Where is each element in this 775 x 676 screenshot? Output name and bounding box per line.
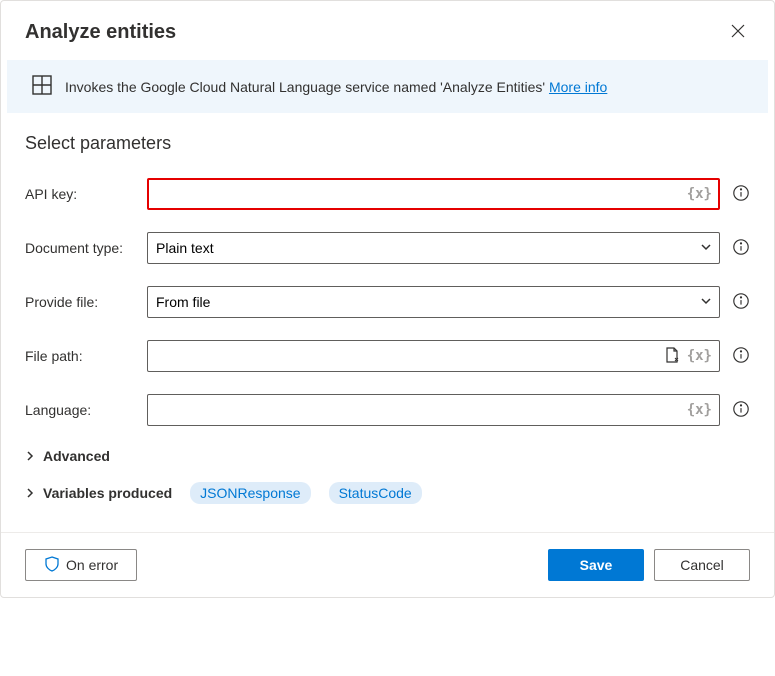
chevron-right-icon	[25, 448, 35, 464]
footer-right: Save Cancel	[548, 549, 750, 581]
field-language-wrap: {x}	[147, 394, 720, 426]
document-type-select[interactable]: Plain text	[147, 232, 720, 264]
info-button-api-key[interactable]	[732, 184, 750, 205]
info-icon	[732, 244, 750, 259]
banner-description: Invokes the Google Cloud Natural Languag…	[65, 79, 549, 95]
variables-produced-label: Variables produced	[43, 485, 172, 501]
banner-text: Invokes the Google Cloud Natural Languag…	[65, 79, 607, 95]
shield-icon	[44, 556, 60, 575]
advanced-toggle[interactable]: Advanced	[25, 448, 750, 464]
info-icon	[732, 298, 750, 313]
field-file-path-wrap: {x}	[147, 340, 720, 372]
info-button-language[interactable]	[732, 400, 750, 421]
row-file-path: File path: {x}	[25, 340, 750, 372]
label-language: Language:	[25, 402, 135, 418]
label-provide-file: Provide file:	[25, 294, 135, 310]
field-api-key-wrap: {x}	[147, 178, 720, 210]
info-button-document-type[interactable]	[732, 238, 750, 259]
row-provide-file: Provide file: From file	[25, 286, 750, 318]
on-error-button[interactable]: On error	[25, 549, 137, 581]
file-path-input[interactable]	[147, 340, 720, 372]
dialog-footer: On error Save Cancel	[1, 532, 774, 597]
advanced-label: Advanced	[43, 448, 110, 464]
field-document-type-wrap: Plain text	[147, 232, 720, 264]
cancel-label: Cancel	[680, 557, 724, 573]
language-input[interactable]	[147, 394, 720, 426]
dialog-container: Analyze entities Invokes the Google Clou…	[0, 0, 775, 598]
dialog-body: Select parameters API key: {x} Document …	[1, 113, 774, 532]
save-label: Save	[580, 557, 613, 573]
close-icon	[730, 27, 746, 42]
variable-pill[interactable]: JSONResponse	[190, 482, 310, 504]
label-document-type: Document type:	[25, 240, 135, 256]
field-provide-file-wrap: From file	[147, 286, 720, 318]
row-api-key: API key: {x}	[25, 178, 750, 210]
info-banner: Invokes the Google Cloud Natural Languag…	[7, 60, 768, 113]
action-icon	[31, 74, 53, 99]
chevron-right-icon	[25, 485, 35, 501]
more-info-link[interactable]: More info	[549, 79, 607, 95]
info-icon	[732, 406, 750, 421]
info-icon	[732, 352, 750, 367]
cancel-button[interactable]: Cancel	[654, 549, 750, 581]
dialog-title: Analyze entities	[25, 21, 176, 44]
save-button[interactable]: Save	[548, 549, 644, 581]
row-language: Language: {x}	[25, 394, 750, 426]
close-button[interactable]	[726, 19, 750, 46]
variable-pill[interactable]: StatusCode	[329, 482, 422, 504]
label-api-key: API key:	[25, 186, 135, 202]
file-picker-icon[interactable]	[663, 346, 681, 367]
variables-produced-toggle[interactable]: Variables produced JSONResponse StatusCo…	[25, 482, 750, 504]
provide-file-select[interactable]: From file	[147, 286, 720, 318]
row-document-type: Document type: Plain text	[25, 232, 750, 264]
section-title: Select parameters	[25, 133, 750, 154]
info-button-provide-file[interactable]	[732, 292, 750, 313]
api-key-input[interactable]	[147, 178, 720, 210]
dialog-header: Analyze entities	[1, 1, 774, 60]
on-error-label: On error	[66, 557, 118, 573]
info-button-file-path[interactable]	[732, 346, 750, 367]
info-icon	[732, 190, 750, 205]
label-file-path: File path:	[25, 348, 135, 364]
